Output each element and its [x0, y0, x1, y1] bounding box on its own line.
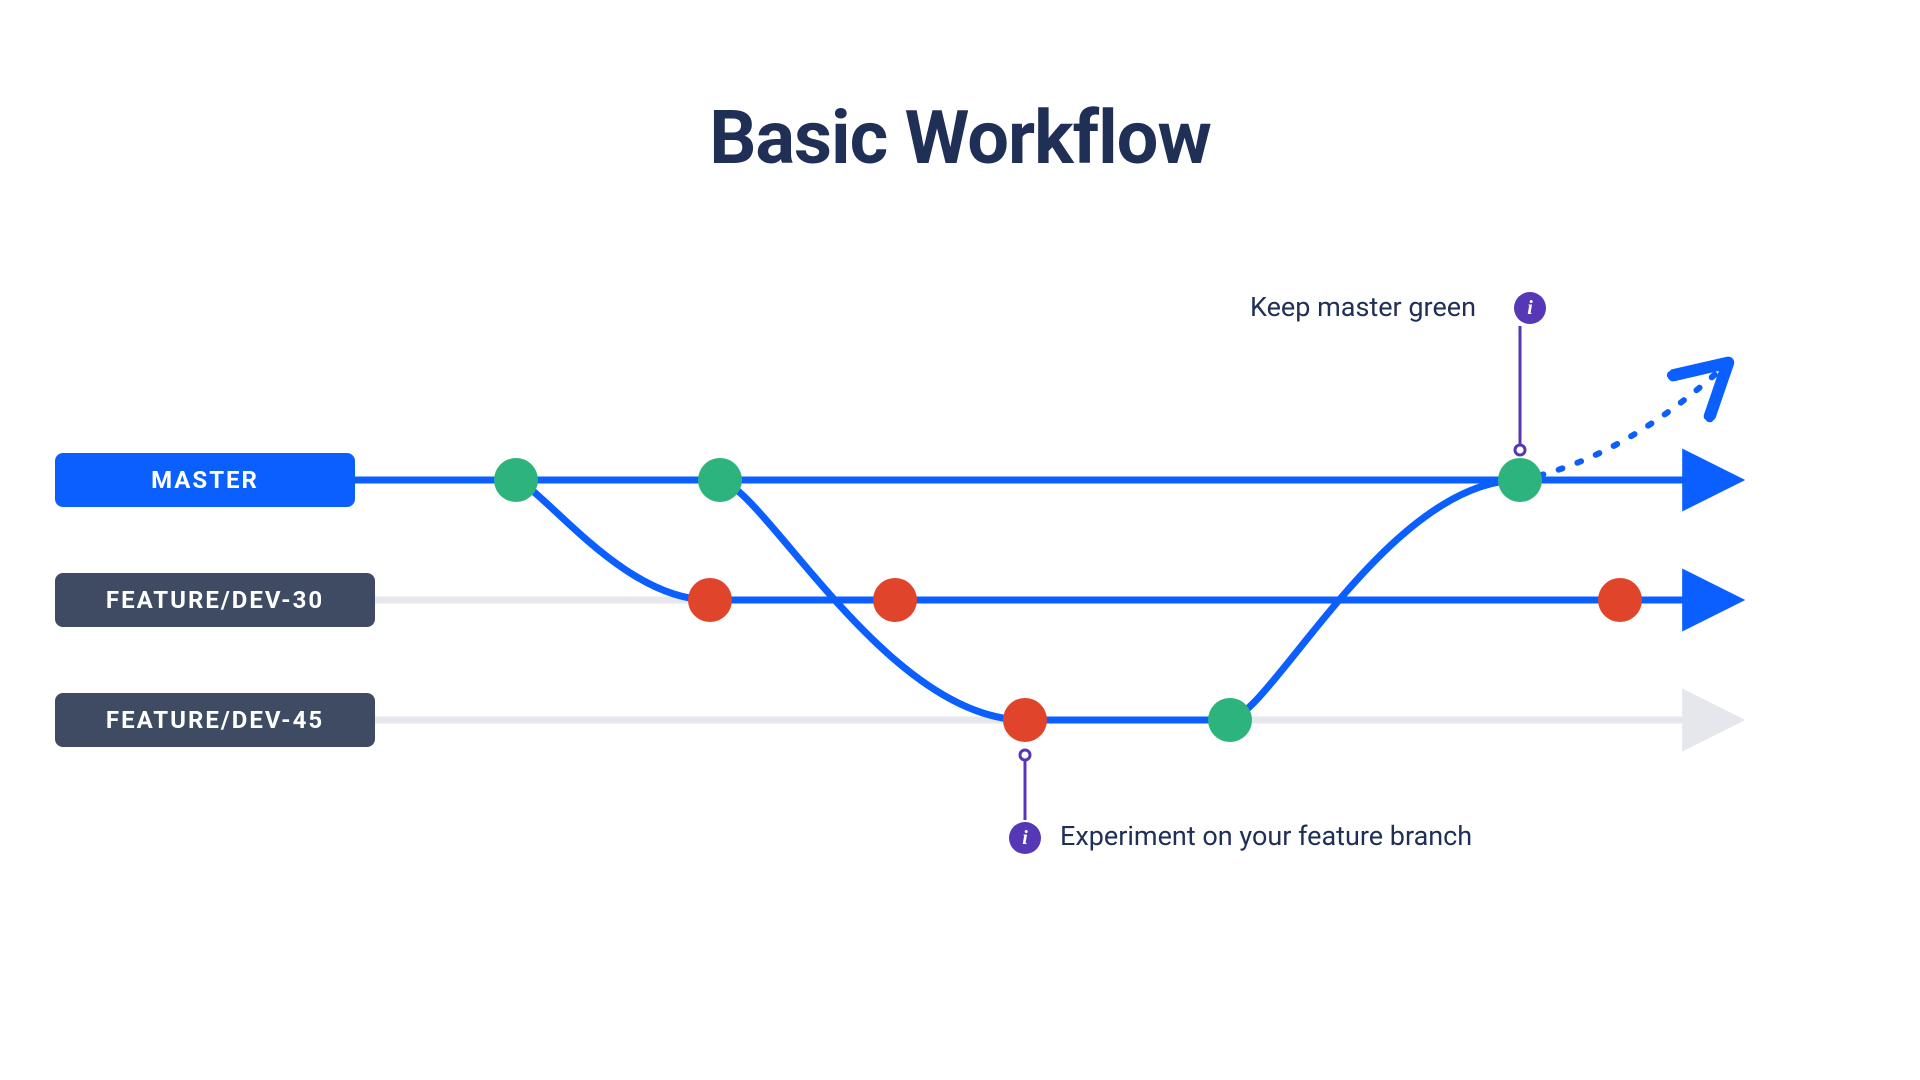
branch-label-dev45: FEATURE/DEV-45 — [106, 706, 324, 734]
svg-text:i: i — [1022, 827, 1028, 849]
workflow-diagram: MASTER FEATURE/DEV-30 FEATURE/DEV-45 Keep … — [0, 0, 1920, 1080]
commit-m1 — [494, 458, 538, 502]
commit-d30a — [688, 578, 732, 622]
svg-text:i: i — [1527, 297, 1533, 319]
annotation-bottom: Experiment on your feature branch — [1060, 820, 1472, 852]
annotation-top: Keep master green — [1250, 291, 1476, 323]
commit-d45b — [1208, 698, 1252, 742]
commit-d45a — [1003, 698, 1047, 742]
branch-label-dev30: FEATURE/DEV-30 — [106, 586, 324, 614]
branch-label-master: MASTER — [151, 466, 259, 494]
commit-m2 — [698, 458, 742, 502]
commit-m3 — [1498, 458, 1542, 502]
commit-d30c — [1598, 578, 1642, 622]
commit-d30b — [873, 578, 917, 622]
